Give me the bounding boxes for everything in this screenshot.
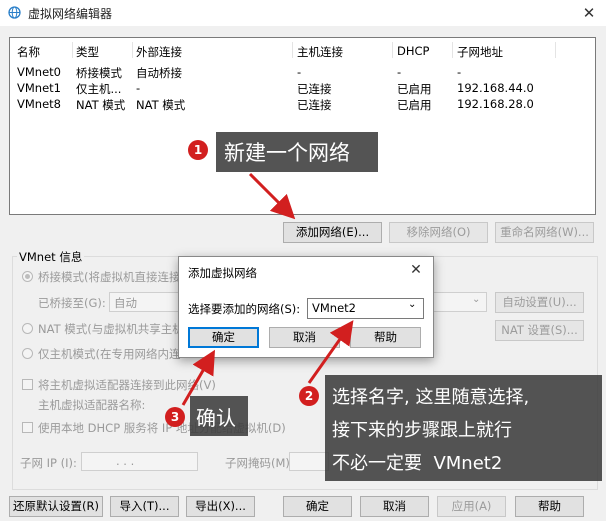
step-1-callout: 新建一个网络 [216,132,378,172]
step-3-callout: 确认 [190,396,248,436]
arrow-to-add-button [248,172,296,220]
step-2-line-2: 接下来的步骤跟上就行 [332,420,512,441]
step-3-text: 确认 [196,406,236,430]
step-2-badge: 2 [299,386,319,406]
step-3-badge: 3 [165,407,185,427]
step-1-badge: 1 [188,140,208,160]
step-2-line-3: 不必一定要 VMnet2 [332,453,503,474]
step-1-text: 新建一个网络 [224,141,350,165]
step-2-line-1: 选择名字, 这里随意选择, [332,387,530,408]
step-2-callout: 选择名字, 这里随意选择, 接下来的步骤跟上就行 不必一定要 VMnet2 [325,375,602,481]
